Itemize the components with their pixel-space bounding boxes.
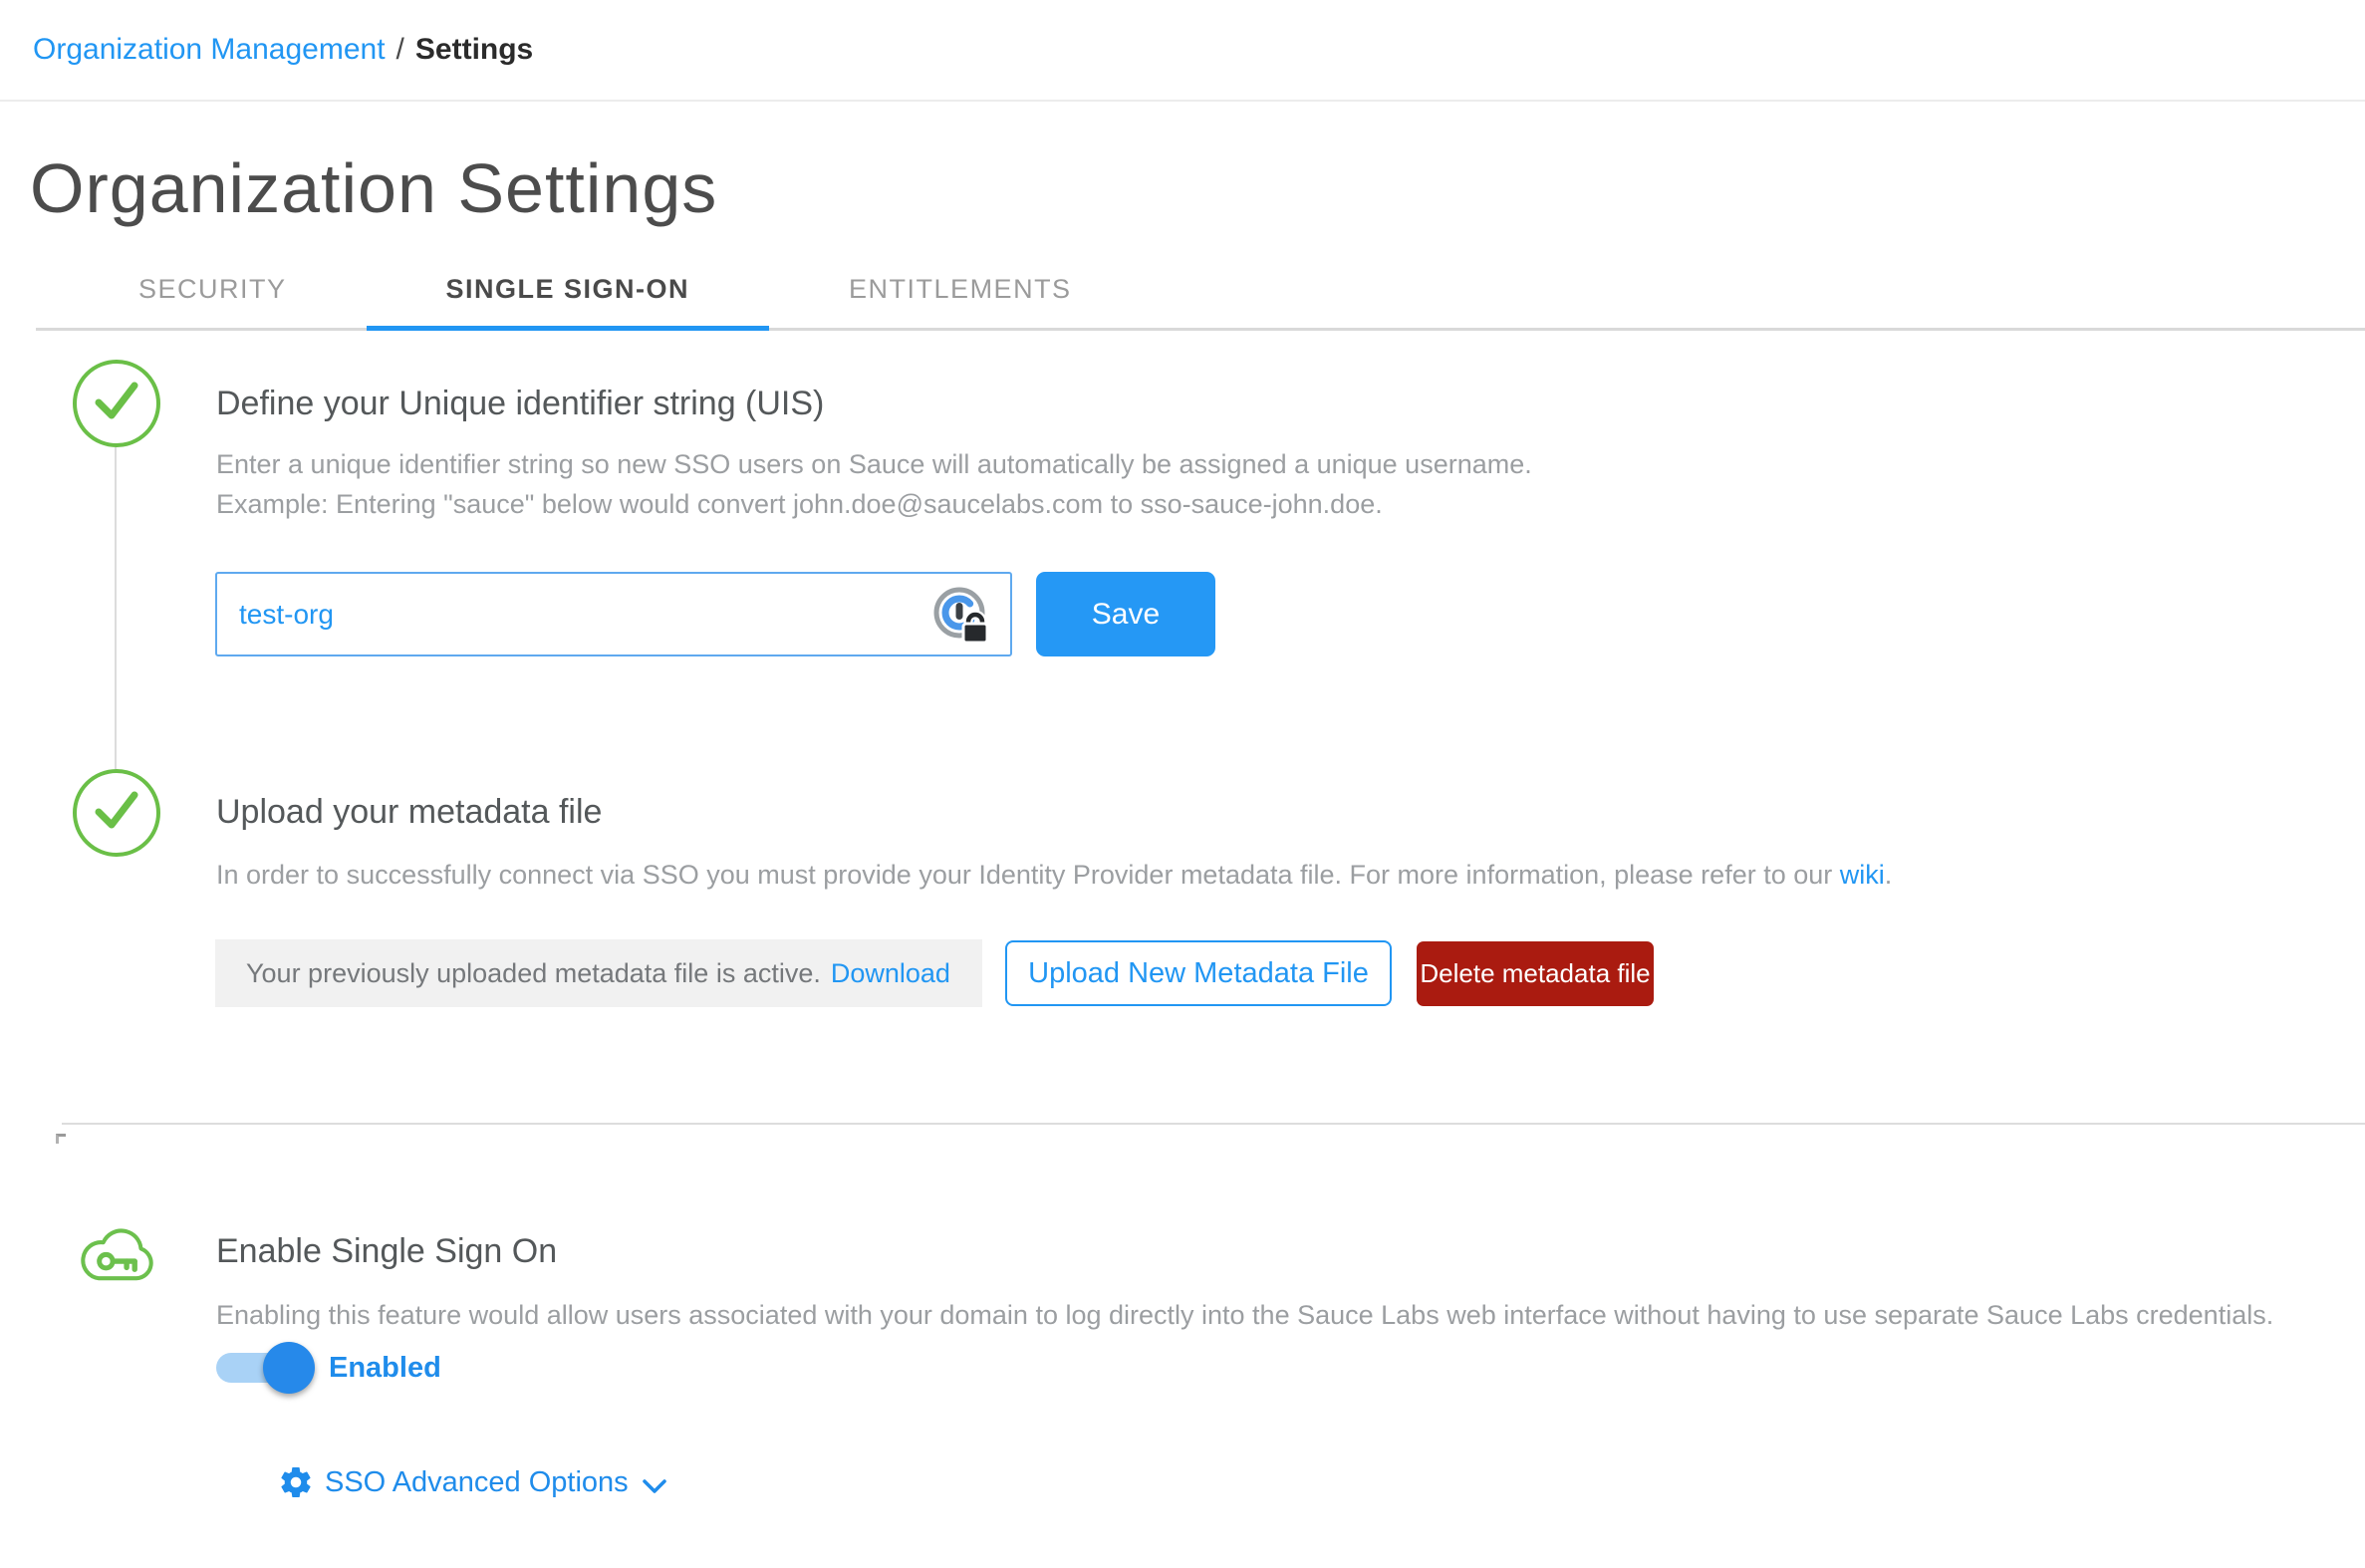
page-title: Organization Settings: [30, 152, 2365, 224]
uis-input-group: [215, 572, 1012, 656]
chevron-down-icon: [642, 1474, 667, 1490]
breadcrumb-parent-link[interactable]: Organization Management: [33, 33, 386, 67]
metadata-description-text: In order to successfully connect via SSO…: [216, 860, 1832, 890]
tab-bar: SECURITY SINGLE SIGN-ON ENTITLEMENTS: [36, 274, 2365, 331]
gear-icon: [278, 1464, 314, 1500]
delete-metadata-button[interactable]: Delete metadata file: [1417, 941, 1654, 1006]
metadata-actions-row: Your previously uploaded metadata file i…: [215, 939, 1654, 1007]
sso-advanced-options-button[interactable]: SSO Advanced Options: [278, 1464, 667, 1500]
metadata-heading: Upload your metadata file: [216, 793, 602, 832]
breadcrumb-separator: /: [396, 33, 404, 67]
tab-entitlements[interactable]: ENTITLEMENTS: [769, 274, 1152, 331]
sso-advanced-options-label: SSO Advanced Options: [325, 1466, 629, 1499]
cloud-key-icon: [74, 1217, 163, 1289]
save-button[interactable]: Save: [1036, 572, 1215, 656]
sso-toggle-knob[interactable]: [263, 1342, 315, 1394]
step-1-complete-badge: [73, 360, 160, 447]
metadata-status-text: Your previously uploaded metadata file i…: [246, 958, 821, 989]
sso-toggle-label: Enabled: [329, 1352, 441, 1385]
download-link[interactable]: Download: [831, 958, 950, 989]
tab-security[interactable]: SECURITY: [59, 274, 367, 331]
check-icon: [91, 379, 142, 429]
uis-input[interactable]: [215, 572, 1012, 656]
tab-single-sign-on[interactable]: SINGLE SIGN-ON: [367, 274, 770, 331]
upload-new-metadata-button[interactable]: Upload New Metadata File: [1005, 940, 1392, 1006]
breadcrumb: Organization Management / Settings: [0, 0, 2365, 102]
metadata-status-box: Your previously uploaded metadata file i…: [215, 939, 982, 1007]
enable-sso-description: Enabling this feature would allow users …: [216, 1295, 2273, 1335]
single-sign-on-panel: Define your Unique identifier string (UI…: [0, 331, 2365, 1568]
onepassword-lock-icon[interactable]: [932, 585, 988, 645]
metadata-description-period: .: [1885, 860, 1893, 890]
step-2-complete-badge: [73, 769, 160, 857]
section-divider: [62, 1123, 2365, 1125]
uis-description-line2: Example: Entering "sauce" below would co…: [216, 484, 1532, 524]
breadcrumb-current: Settings: [415, 33, 533, 67]
wiki-link[interactable]: wiki: [1840, 860, 1885, 890]
sso-toggle[interactable]: [216, 1353, 302, 1383]
uis-description-line1: Enter a unique identifier string so new …: [216, 444, 1532, 484]
divider-resize-mark: [56, 1134, 66, 1144]
uis-description: Enter a unique identifier string so new …: [216, 444, 1532, 524]
enable-sso-heading: Enable Single Sign On: [216, 1232, 557, 1271]
metadata-description: In order to successfully connect via SSO…: [216, 855, 1892, 895]
check-icon: [91, 788, 142, 839]
sso-toggle-row: Enabled: [216, 1353, 441, 1383]
uis-heading: Define your Unique identifier string (UI…: [216, 385, 824, 423]
step-connector-line: [115, 447, 117, 769]
